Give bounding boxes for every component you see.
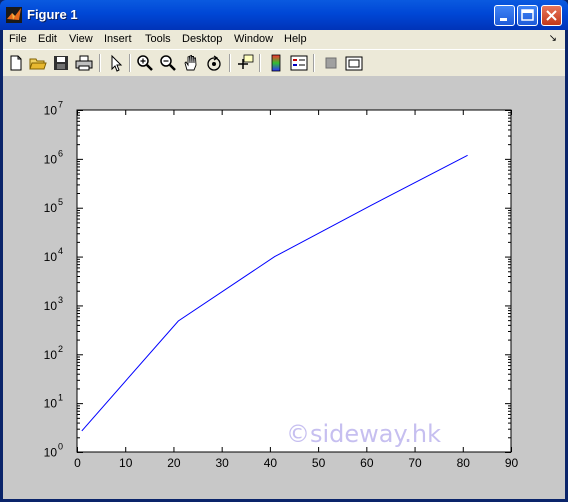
title-bar[interactable]: Figure 1 [0, 0, 568, 30]
save-icon[interactable] [51, 53, 71, 73]
menu-insert[interactable]: Insert [104, 33, 132, 45]
toolbar-separator [313, 54, 315, 72]
menu-help[interactable]: Help [284, 33, 307, 45]
x-tick-label: 20 [167, 456, 181, 470]
x-tick-label: 90 [505, 456, 519, 470]
legend-icon[interactable] [289, 53, 309, 73]
data-cursor-icon[interactable] [235, 53, 255, 73]
menu-edit[interactable]: Edit [38, 33, 57, 45]
menu-window[interactable]: Window [234, 33, 273, 45]
toolbar-separator [129, 54, 131, 72]
zoom-out-icon[interactable] [158, 53, 178, 73]
x-tick-label: 30 [215, 456, 229, 470]
y-tick-label-base: 10 [44, 152, 58, 166]
y-tick-label-base: 10 [44, 397, 58, 411]
pan-icon[interactable] [181, 53, 201, 73]
figure-toolbar [3, 49, 565, 77]
menu-file[interactable]: File [9, 33, 27, 45]
y-tick-label-exponent: 4 [58, 246, 63, 256]
window-title: Figure 1 [27, 7, 78, 22]
edit-plot-icon[interactable] [106, 53, 126, 73]
y-tick-label-base: 10 [44, 104, 58, 118]
y-tick-label-exponent: 2 [58, 344, 63, 354]
figure-canvas: 0 10 20 30 40 50 60 70 80 90 10 0 10 1 10 2 10 3 10 4 10 5 10 6… [3, 76, 565, 499]
maximize-icon [521, 9, 534, 21]
close-icon [546, 10, 557, 21]
toolbar-separator [259, 54, 261, 72]
x-tick-label: 60 [360, 456, 374, 470]
x-tick-label: 40 [264, 456, 278, 470]
menu-desktop[interactable]: Desktop [182, 33, 222, 45]
plot-axes[interactable]: 0 10 20 30 40 50 60 70 80 9010 010 110 210 310 410 510 6… [3, 76, 565, 499]
y-tick-label-exponent: 6 [58, 148, 63, 158]
matlab-icon [6, 7, 22, 23]
x-tick-label: 70 [408, 456, 422, 470]
menu-view[interactable]: View [69, 33, 93, 45]
new-figure-icon[interactable] [6, 53, 26, 73]
y-tick-label-exponent: 0 [58, 442, 63, 452]
y-tick-label-base: 10 [44, 348, 58, 362]
y-tick-label-exponent: 5 [58, 197, 63, 207]
watermark-text: ©sideway.hk [286, 420, 442, 448]
zoom-in-icon[interactable] [135, 53, 155, 73]
close-button[interactable] [541, 5, 562, 26]
x-tick-label: 0 [74, 456, 81, 470]
x-tick-label: 80 [457, 456, 471, 470]
y-tick-label-exponent: 3 [58, 295, 63, 305]
y-tick-label-exponent: 1 [58, 393, 63, 403]
window-body: File Edit View Insert Tools Desktop Wind… [3, 30, 565, 499]
minimize-icon [500, 18, 507, 21]
minimize-button[interactable] [494, 5, 515, 26]
toolbar-separator [99, 54, 101, 72]
y-tick-label-base: 10 [44, 446, 58, 460]
y-tick-label-exponent: 7 [58, 100, 63, 110]
show-plot-tools-icon[interactable] [344, 53, 364, 73]
rotate-3d-icon[interactable] [204, 53, 224, 73]
y-tick-label-base: 10 [44, 299, 58, 313]
figure-window: Figure 1 File Edit View Insert Tools Des… [0, 0, 568, 502]
toolbar-separator [229, 54, 231, 72]
print-icon[interactable] [74, 53, 94, 73]
maximize-button[interactable] [517, 5, 538, 26]
dock-arrow-icon[interactable]: ↘ [549, 33, 557, 44]
open-file-icon[interactable] [28, 53, 48, 73]
y-tick-label-base: 10 [44, 201, 58, 215]
axes-background [76, 109, 512, 453]
x-tick-label: 50 [312, 456, 326, 470]
menu-tools[interactable]: Tools [145, 33, 171, 45]
x-tick-label: 10 [119, 456, 133, 470]
menu-bar: File Edit View Insert Tools Desktop Wind… [3, 30, 565, 49]
hide-plot-tools-icon[interactable] [321, 53, 341, 73]
colorbar-icon[interactable] [266, 53, 286, 73]
y-tick-label-base: 10 [44, 250, 58, 264]
